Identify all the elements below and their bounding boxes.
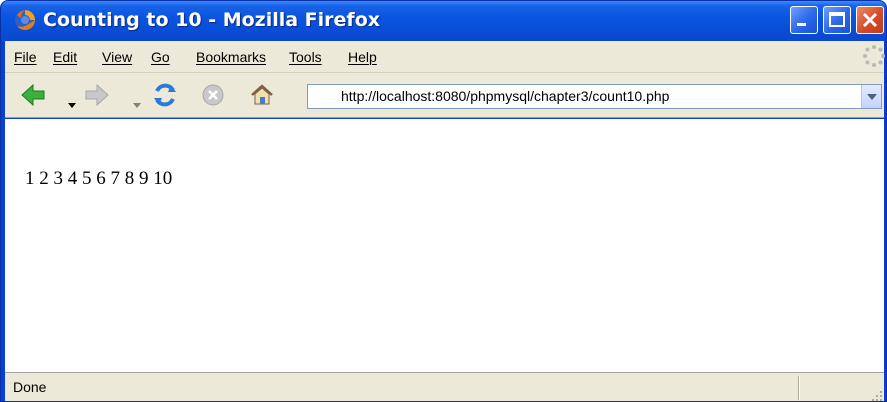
stop-icon[interactable]	[199, 81, 227, 109]
status-bar: Done	[5, 372, 884, 401]
menu-file[interactable]: File	[14, 49, 37, 65]
close-button[interactable]	[856, 6, 884, 34]
status-divider	[798, 376, 800, 400]
page-favicon	[316, 89, 332, 105]
throbber-icon	[862, 44, 886, 68]
menu-help[interactable]: Help	[348, 49, 377, 65]
navigation-toolbar: http://localhost:8080/phpmysql/chapter3/…	[5, 73, 884, 118]
back-arrow-icon[interactable]	[19, 81, 47, 109]
menu-edit[interactable]: Edit	[53, 49, 77, 65]
browser-window: Counting to 10 - Mozilla Firefox File Ed…	[0, 0, 887, 402]
page-body-text: 1 2 3 4 5 6 7 8 9 10	[25, 168, 173, 189]
menu-view[interactable]: View	[102, 49, 132, 65]
title-bar[interactable]: Counting to 10 - Mozilla Firefox	[1, 1, 886, 41]
minimize-button[interactable]	[790, 6, 818, 34]
resize-grip-icon[interactable]	[869, 387, 883, 401]
page-content: 1 2 3 4 5 6 7 8 9 10	[5, 119, 884, 372]
firefox-icon	[14, 9, 36, 31]
address-bar[interactable]: http://localhost:8080/phpmysql/chapter3/…	[307, 84, 882, 109]
forward-arrow-icon[interactable]	[83, 81, 111, 109]
menu-go[interactable]: Go	[151, 49, 170, 65]
maximize-button[interactable]	[823, 6, 851, 34]
status-text: Done	[13, 379, 47, 395]
back-dropdown-icon[interactable]	[68, 93, 76, 108]
window-title: Counting to 10 - Mozilla Firefox	[43, 9, 381, 31]
menu-bookmarks[interactable]: Bookmarks	[196, 49, 266, 65]
url-dropdown-icon[interactable]	[861, 85, 881, 108]
menu-tools[interactable]: Tools	[289, 49, 322, 65]
home-icon[interactable]	[248, 81, 276, 109]
reload-icon[interactable]	[151, 81, 179, 109]
forward-dropdown-icon[interactable]	[133, 93, 141, 108]
menu-bar: File Edit View Go Bookmarks Tools Help	[5, 41, 886, 73]
url-text[interactable]: http://localhost:8080/phpmysql/chapter3/…	[341, 88, 669, 104]
